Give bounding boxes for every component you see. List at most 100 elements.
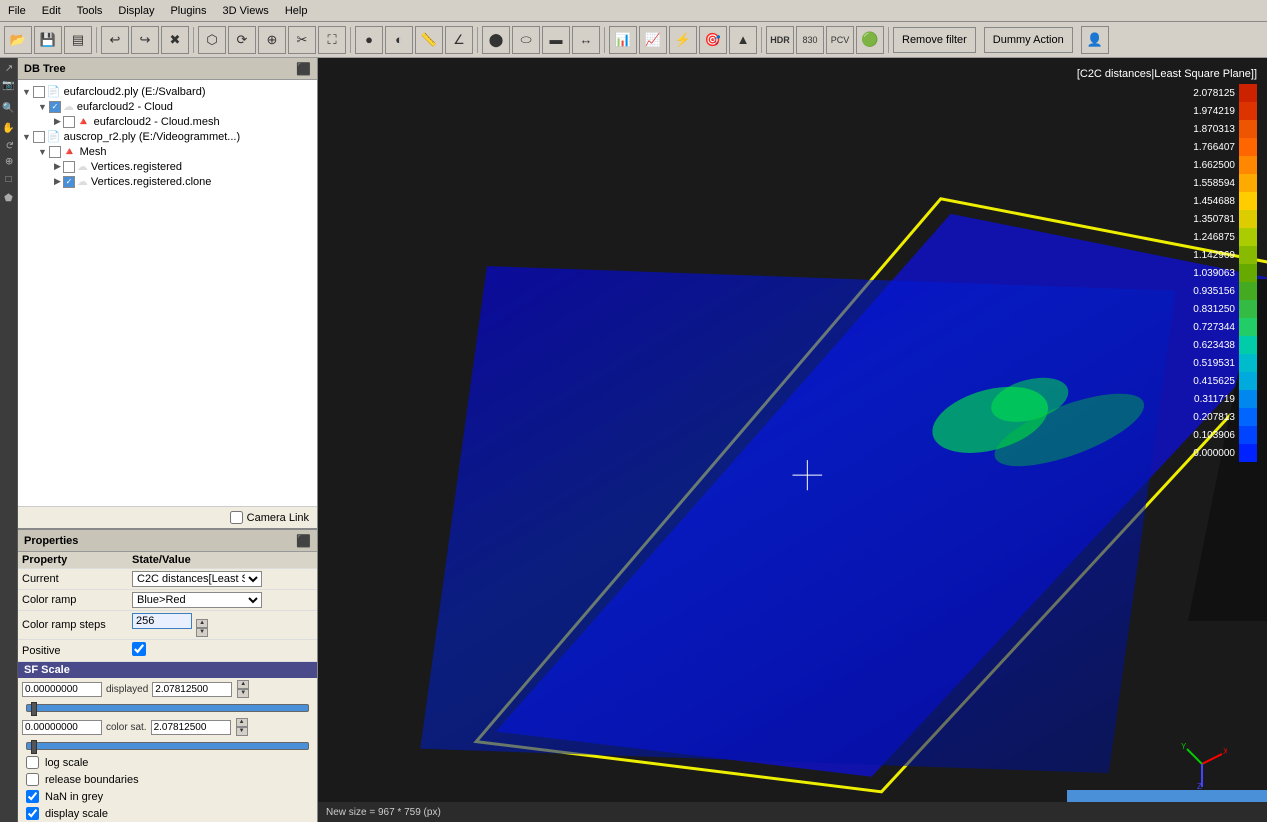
sample-button[interactable]: ⬡ [198,26,226,54]
person-icon[interactable]: 👤 [1081,26,1109,54]
add-button[interactable]: ⊕ [258,26,286,54]
save-button[interactable]: 💾 [34,26,62,54]
open-button[interactable]: 📂 [4,26,32,54]
sidebar-icon-pick[interactable]: ⊕ [1,155,16,167]
menu-help[interactable]: Help [277,3,316,19]
cylinder-button[interactable]: ⬭ [512,26,540,54]
positive-checkbox[interactable] [132,642,146,656]
sidebar-icon-pointer[interactable]: ↖ [1,62,16,74]
undo-button[interactable]: ↩ [101,26,129,54]
sf-sat-min-input[interactable] [22,720,102,735]
tree-checkbox[interactable] [33,131,45,143]
sf-sat-max-input[interactable] [151,720,231,735]
hdr-button[interactable]: HDR [766,26,794,54]
sdr-button[interactable]: 830 [796,26,824,54]
tree-arrow[interactable]: ▼ [38,147,47,157]
tree-arrow[interactable]: ▶ [54,116,61,127]
classify-button[interactable]: 🎯 [699,26,727,54]
sf-max-down[interactable]: ▼ [237,689,249,698]
stats-button[interactable]: 📈 [639,26,667,54]
steps-input[interactable] [132,613,192,629]
tree-item[interactable]: ▼📄auscrop_r2.ply (E:/Videogrammet...) [22,129,313,144]
extra-button[interactable]: 🟢 [856,26,884,54]
sf-slider2-container[interactable] [18,738,317,754]
point-button[interactable]: ● [355,26,383,54]
sf-sat-spinner[interactable]: ▲ ▼ [236,718,248,736]
steps-up[interactable]: ▲ [196,619,208,628]
sf-slider1[interactable] [26,704,309,712]
tree-checkbox[interactable] [63,116,75,128]
tree-arrow[interactable]: ▼ [38,102,47,112]
tree-item[interactable]: ▼📄eufarcloud2.ply (E:/Svalbard) [22,84,313,99]
tree-item[interactable]: ▶🔺eufarcloud2 - Cloud.mesh [22,114,313,129]
sidebar-icon-camera[interactable]: 📷 [1,78,16,94]
dummy-action-button[interactable]: Dummy Action [984,27,1073,53]
chart-button[interactable]: 📊 [609,26,637,54]
sf-max-displayed-input[interactable] [152,682,232,697]
tree-item[interactable]: ▶✓☁Vertices.registered.clone [22,174,313,189]
viewport[interactable]: [C2C distances|Least Square Plane]] 2.07… [318,58,1267,822]
menu-edit[interactable]: Edit [34,3,69,19]
tree-arrow[interactable]: ▼ [22,87,31,97]
refresh-button[interactable]: ⟳ [228,26,256,54]
camera-link-checkbox[interactable] [230,511,243,524]
menu-tools[interactable]: Tools [69,3,111,19]
pcv-button[interactable]: PCV [826,26,854,54]
redo-button[interactable]: ↪ [131,26,159,54]
tree-checkbox[interactable]: ✓ [49,101,61,113]
tree-checkbox[interactable] [33,86,45,98]
segment-button[interactable]: ◐ [385,26,413,54]
scissors-button[interactable]: ✂ [288,26,316,54]
current-select[interactable]: C2C distances[Least S [132,571,262,587]
sf-max-up[interactable]: ▲ [237,680,249,689]
tree-item[interactable]: ▼🔺Mesh [22,144,313,159]
sphere-button[interactable]: ⬤ [482,26,510,54]
sf-min-input[interactable] [22,682,102,697]
tree-arrow[interactable]: ▼ [22,132,31,142]
sidebar-icon-pan[interactable]: ✋ [1,119,16,135]
sidebar-icon-rect[interactable]: □ [1,172,16,187]
menu-file[interactable]: File [0,3,34,19]
sf-slider1-handle[interactable] [31,702,37,716]
db-tree-content[interactable]: ▼📄eufarcloud2.ply (E:/Svalbard)▼✓☁eufarc… [18,80,317,506]
sf-sat-up[interactable]: ▲ [236,718,248,727]
steps-spinner[interactable]: ▲ ▼ [196,619,208,637]
menu-plugins[interactable]: Plugins [162,3,214,19]
delete-button[interactable]: ✖ [161,26,189,54]
measure-button[interactable]: 📏 [415,26,443,54]
tree-item[interactable]: ▼✓☁eufarcloud2 - Cloud [22,99,313,114]
menu-display[interactable]: Display [110,3,162,19]
db-tree-expand-icon[interactable]: ⬛ [296,62,311,76]
log-scale-checkbox[interactable] [26,756,39,769]
remove-filter-button[interactable]: Remove filter [893,27,976,53]
sidebar-icon-zoom[interactable]: 🔍 [1,99,16,115]
properties-expand-icon[interactable]: ⬛ [296,534,311,548]
tree-item[interactable]: ▶☁Vertices.registered [22,159,313,174]
tree-checkbox[interactable] [49,146,61,158]
sidebar-icon-poly[interactable]: ⬟ [1,191,16,206]
db-tree-button[interactable]: ▤ [64,26,92,54]
tree-checkbox[interactable] [63,161,75,173]
nan-checkbox[interactable] [26,790,39,803]
display-scale-checkbox[interactable] [26,807,39,820]
filter-button[interactable]: ⚡ [669,26,697,54]
plane-button[interactable]: ▬ [542,26,570,54]
menu-3dviews[interactable]: 3D Views [215,3,277,19]
prop-current-value[interactable]: C2C distances[Least S [128,569,317,590]
color-ramp-select[interactable]: Blue>Red [132,592,262,608]
tree-checkbox[interactable]: ✓ [63,176,75,188]
sf-slider2-handle[interactable] [31,740,37,754]
sf-max-spinner[interactable]: ▲ ▼ [237,680,249,698]
angle-button[interactable]: ∠ [445,26,473,54]
tree-arrow[interactable]: ▶ [54,161,61,172]
sf-sat-down[interactable]: ▼ [236,727,248,736]
steps-down[interactable]: ▼ [196,628,208,637]
sf-slider1-container[interactable] [18,700,317,716]
normal-button[interactable]: ▲ [729,26,757,54]
release-checkbox[interactable] [26,773,39,786]
dist-button[interactable]: ↔ [572,26,600,54]
tree-arrow[interactable]: ▶ [54,176,61,187]
sidebar-icon-rotate[interactable]: ↻ [1,139,16,151]
select-button[interactable]: ⛶ [318,26,346,54]
sf-slider2[interactable] [26,742,309,750]
